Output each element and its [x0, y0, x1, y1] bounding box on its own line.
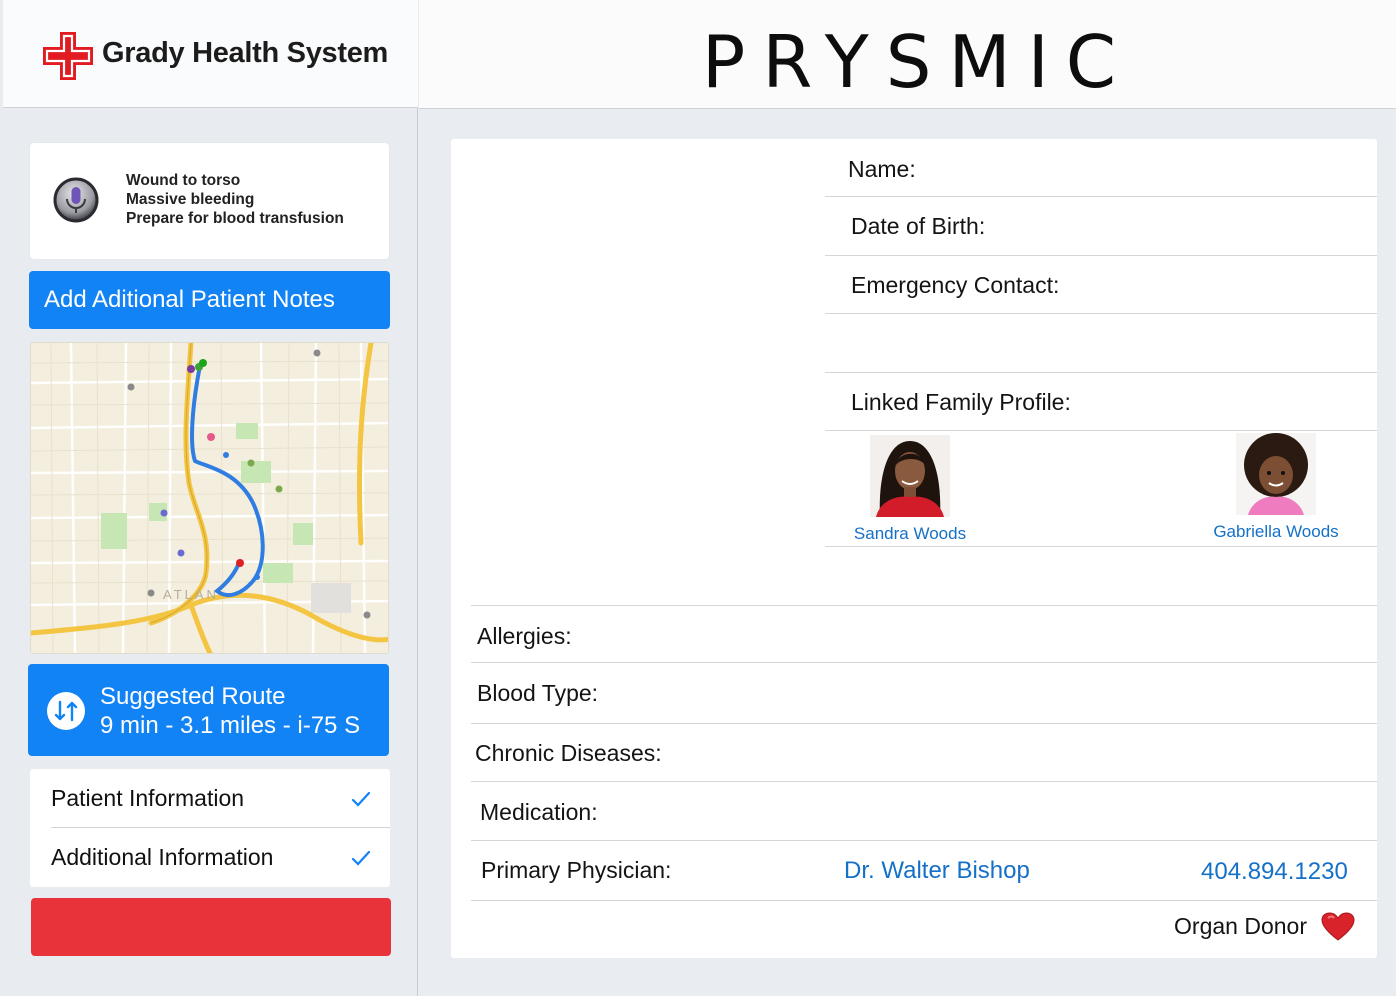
map-city-label: ATLAN — [163, 587, 219, 602]
note-line: Wound to torso — [126, 172, 241, 189]
allergies-label: Allergies: — [477, 623, 572, 649]
linked-family-row: Linked Family Profile: — [825, 373, 1377, 431]
note-line: Prepare for blood transfusion — [126, 210, 344, 227]
app-title: PRYSMIC — [701, 20, 1134, 104]
add-patient-notes-button[interactable]: Add Aditional Patient Notes — [29, 271, 390, 329]
medication-label: Medication: — [480, 799, 598, 825]
sidebar: Grady Health System Wound to torso Massi… — [0, 0, 418, 996]
additional-information-label: Additional Information — [51, 844, 274, 870]
heart-icon — [1321, 912, 1355, 941]
family-member-name: Sandra Woods — [853, 524, 967, 543]
patient-information-label: Patient Information — [51, 785, 245, 811]
swap-arrows-icon — [47, 692, 85, 730]
blood-type-label: Blood Type: — [477, 680, 599, 706]
map-canvas: ATLAN — [31, 343, 388, 653]
brand-name: Grady Health System — [102, 37, 389, 69]
primary-physician-row: Primary Physician: Dr. Walter Bishop 404… — [471, 841, 1377, 901]
family-member-sandra[interactable]: Sandra Woods — [845, 435, 975, 544]
allergies-row: Allergies: — [471, 605, 1377, 663]
red-cross-icon — [43, 32, 93, 80]
family-member-gabriella[interactable]: Gabriella Woods — [1201, 433, 1351, 542]
emergency-contact-label: Emergency Contact: — [851, 272, 1060, 298]
app-header: PRYSMIC — [419, 0, 1396, 109]
additional-information-row[interactable]: Additional Information — [30, 828, 390, 887]
family-members-row: Sandra Woods Gabriella Woods — [825, 431, 1377, 547]
checkmark-icon — [351, 850, 371, 866]
patient-information-row[interactable]: Patient Information — [30, 769, 390, 828]
avatar — [870, 435, 950, 517]
dob-row: Date of Birth: — [825, 197, 1377, 256]
brand-header: Grady Health System — [3, 0, 418, 108]
note-line: Massive bleeding — [126, 191, 255, 208]
medication-row: Medication: — [471, 782, 1377, 841]
avatar — [1236, 433, 1316, 515]
route-map[interactable]: ATLAN — [30, 342, 389, 654]
dob-label: Date of Birth: — [851, 213, 986, 239]
checkmark-icon — [351, 791, 371, 807]
physician-phone-link[interactable]: 404.894.1230 — [1201, 858, 1348, 886]
info-sections-list: Patient Information Additional Informati… — [30, 769, 390, 887]
organ-donor-label: Organ Donor — [1174, 913, 1307, 939]
voice-notes-card[interactable]: Wound to torso Massive bleeding Prepare … — [30, 143, 389, 259]
name-row: Name: — [825, 139, 1377, 197]
physician-name-link[interactable]: Dr. Walter Bishop — [844, 857, 1030, 885]
suggested-route-button[interactable]: Suggested Route 9 min - 3.1 miles - i-75… — [28, 664, 389, 756]
patient-record-card: Name: Date of Birth: Emergency Contact: … — [451, 139, 1377, 958]
emergency-action-button[interactable] — [31, 898, 391, 956]
family-member-name: Gabriella Woods — [1213, 522, 1339, 541]
emergency-contact-value-row[interactable] — [825, 314, 1377, 373]
primary-physician-label: Primary Physician: — [481, 857, 672, 883]
route-title: Suggested Route — [100, 683, 286, 710]
name-label: Name: — [848, 156, 916, 182]
voice-notes-text: Wound to torso Massive bleeding Prepare … — [126, 171, 344, 228]
chronic-diseases-label: Chronic Diseases: — [475, 740, 662, 766]
emergency-contact-row: Emergency Contact: — [825, 256, 1377, 314]
linked-family-label: Linked Family Profile: — [851, 389, 1071, 415]
blood-type-row: Blood Type: — [471, 663, 1377, 724]
route-details: 9 min - 3.1 miles - i-75 S — [100, 712, 361, 739]
microphone-icon[interactable] — [53, 177, 99, 223]
chronic-diseases-row: Chronic Diseases: — [471, 724, 1377, 782]
patient-photo-area — [461, 149, 811, 589]
